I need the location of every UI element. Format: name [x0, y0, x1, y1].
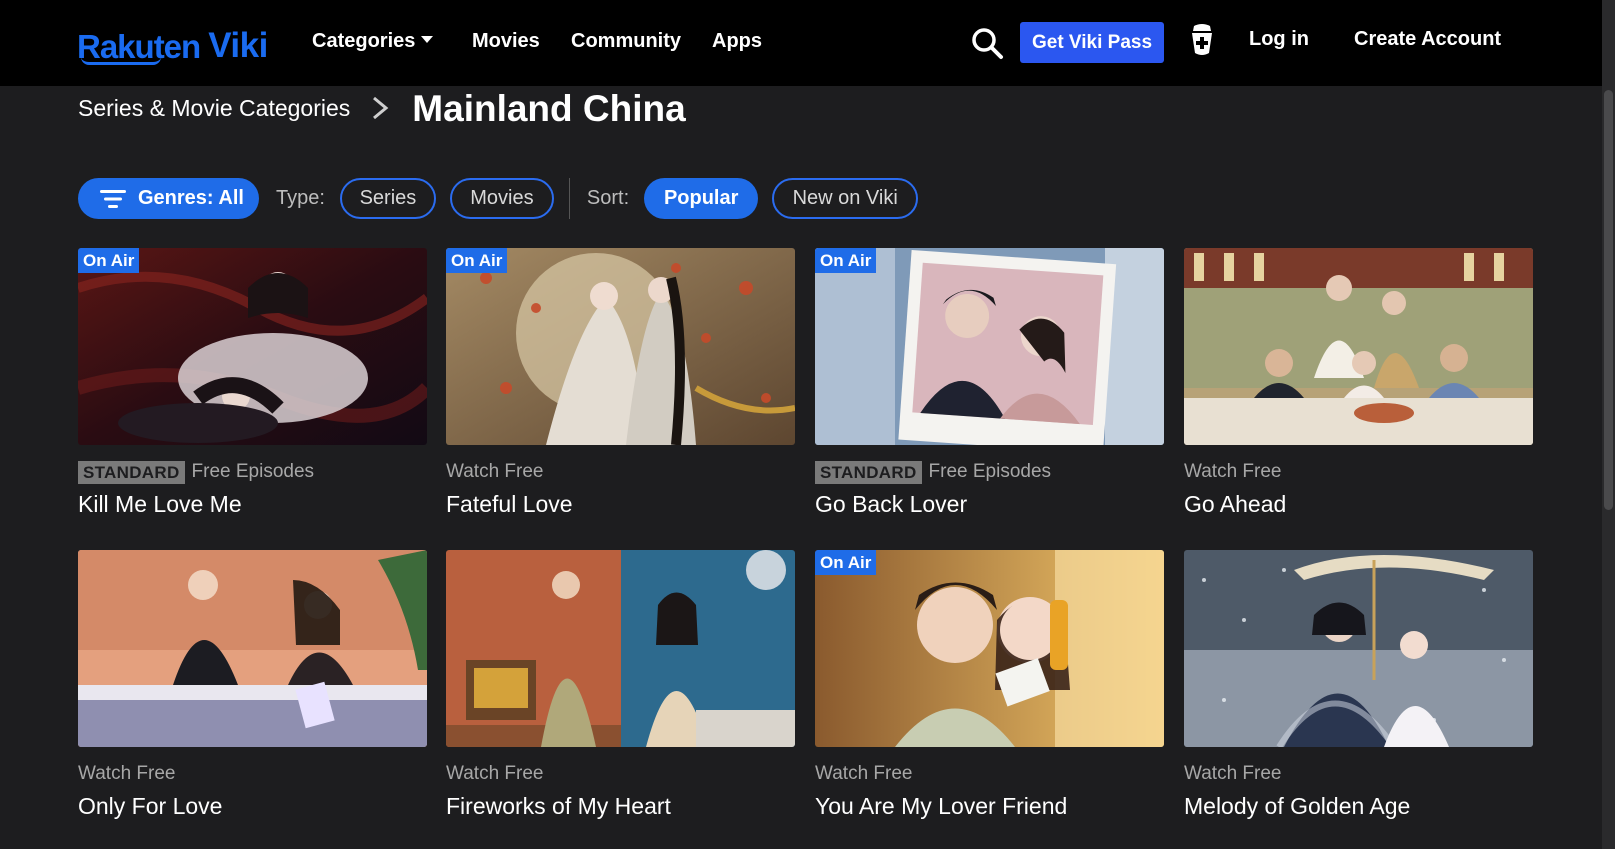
- show-title[interactable]: Go Back Lover: [815, 491, 1164, 518]
- get-viki-pass-button[interactable]: Get Viki Pass: [1020, 22, 1164, 63]
- show-thumbnail[interactable]: On Air: [815, 248, 1164, 445]
- sort-popular-button[interactable]: Popular: [644, 178, 759, 219]
- filter-icon: [100, 189, 126, 208]
- availability-text: Watch Free: [815, 763, 913, 784]
- availability-text: Watch Free: [1184, 763, 1282, 784]
- show-title[interactable]: Kill Me Love Me: [78, 491, 427, 518]
- card-meta: Watch Free: [446, 761, 795, 787]
- availability-text: Free Episodes: [191, 461, 315, 482]
- show-card[interactable]: Watch Free Go Ahead: [1184, 248, 1533, 518]
- show-thumbnail[interactable]: [446, 550, 795, 747]
- type-movies-button[interactable]: Movies: [449, 178, 554, 219]
- login-link[interactable]: Log in: [1249, 24, 1309, 54]
- genres-filter-button[interactable]: Genres: All: [78, 178, 259, 219]
- show-title[interactable]: Fireworks of My Heart: [446, 793, 795, 820]
- poster-image: [78, 550, 427, 747]
- standard-badge: STANDARD: [815, 460, 922, 484]
- show-card[interactable]: Watch Free Only For Love: [78, 550, 427, 820]
- search-button[interactable]: [970, 26, 1004, 60]
- poster-image: [815, 550, 1164, 747]
- scrollbar-thumb[interactable]: [1604, 90, 1613, 510]
- standard-badge: STANDARD: [78, 460, 185, 484]
- logo-swoosh: [81, 57, 161, 65]
- chevron-right-icon: [373, 96, 389, 120]
- create-account-link[interactable]: Create Account: [1354, 24, 1501, 54]
- show-title[interactable]: Go Ahead: [1184, 491, 1533, 518]
- card-meta: Watch Free: [78, 761, 427, 787]
- cup-icon: [1192, 24, 1212, 55]
- poster-image: [78, 248, 427, 445]
- show-card[interactable]: Watch Free Fireworks of My Heart: [446, 550, 795, 820]
- card-meta: Watch Free: [1184, 761, 1533, 787]
- on-air-badge: On Air: [815, 550, 877, 575]
- top-navigation: Rakuten Viki Categories Movies Community…: [0, 0, 1615, 86]
- show-thumbnail[interactable]: On Air: [78, 248, 427, 445]
- breadcrumb: Series & Movie Categories Mainland China: [78, 86, 686, 130]
- show-title[interactable]: Melody of Golden Age: [1184, 793, 1533, 820]
- show-title[interactable]: Only For Love: [78, 793, 427, 820]
- type-label: Type:: [276, 187, 325, 209]
- card-meta: Watch Free: [815, 761, 1164, 787]
- type-series-button[interactable]: Series: [339, 178, 436, 219]
- poster-image: [446, 550, 795, 747]
- show-thumbnail[interactable]: On Air: [446, 248, 795, 445]
- card-meta: STANDARD Free Episodes: [815, 459, 1164, 485]
- page-title: Mainland China: [412, 88, 686, 129]
- poster-image: [1184, 248, 1533, 445]
- show-card[interactable]: Watch Free Melody of Golden Age: [1184, 550, 1533, 820]
- rakuten-viki-logo[interactable]: Rakuten Viki: [77, 21, 268, 65]
- availability-text: Free Episodes: [928, 461, 1052, 482]
- nav-apps[interactable]: Apps: [712, 26, 762, 56]
- show-thumbnail[interactable]: On Air: [815, 550, 1164, 747]
- card-meta: STANDARD Free Episodes: [78, 459, 427, 485]
- availability-text: Watch Free: [1184, 461, 1282, 482]
- breadcrumb-categories-link[interactable]: Series & Movie Categories: [78, 95, 350, 122]
- show-thumbnail[interactable]: [1184, 550, 1533, 747]
- card-meta: Watch Free: [1184, 459, 1533, 485]
- on-air-badge: On Air: [78, 248, 140, 273]
- filter-bar: Genres: All Type: Series Movies Sort: Po…: [78, 178, 919, 219]
- show-title[interactable]: You Are My Lover Friend: [815, 793, 1164, 820]
- show-card[interactable]: On Air STANDARD Free Episodes Kill Me Lo…: [78, 248, 427, 518]
- filter-divider: [568, 178, 570, 219]
- card-meta: Watch Free: [446, 459, 795, 485]
- nav-categories-label: Categories: [312, 30, 416, 52]
- show-card[interactable]: On Air Watch Free Fateful Love: [446, 248, 795, 518]
- sort-label: Sort:: [586, 187, 630, 209]
- poster-image: [815, 248, 1164, 445]
- search-icon: [972, 28, 1003, 59]
- show-thumbnail[interactable]: [1184, 248, 1533, 445]
- sort-new-on-viki-button[interactable]: New on Viki: [772, 178, 919, 219]
- show-card[interactable]: On Air Watch Free You Are My Lover Frien…: [815, 550, 1164, 820]
- nav-movies[interactable]: Movies: [472, 26, 540, 56]
- poster-image: [446, 248, 795, 445]
- show-card[interactable]: On Air STANDARD Free Episodes Go Back Lo…: [815, 248, 1164, 518]
- viki-pass-cup-button[interactable]: [1188, 23, 1216, 57]
- show-thumbnail[interactable]: [78, 550, 427, 747]
- on-air-badge: On Air: [815, 248, 877, 273]
- availability-text: Watch Free: [78, 763, 176, 784]
- logo-viki-text: Viki: [208, 26, 268, 65]
- nav-community[interactable]: Community: [571, 26, 681, 56]
- genres-filter-label: Genres: All: [138, 187, 244, 209]
- poster-image: [1184, 550, 1533, 747]
- chevron-down-icon: [421, 36, 434, 44]
- availability-text: Watch Free: [446, 461, 544, 482]
- show-title[interactable]: Fateful Love: [446, 491, 795, 518]
- on-air-badge: On Air: [446, 248, 508, 273]
- nav-categories[interactable]: Categories: [312, 26, 434, 56]
- availability-text: Watch Free: [446, 763, 544, 784]
